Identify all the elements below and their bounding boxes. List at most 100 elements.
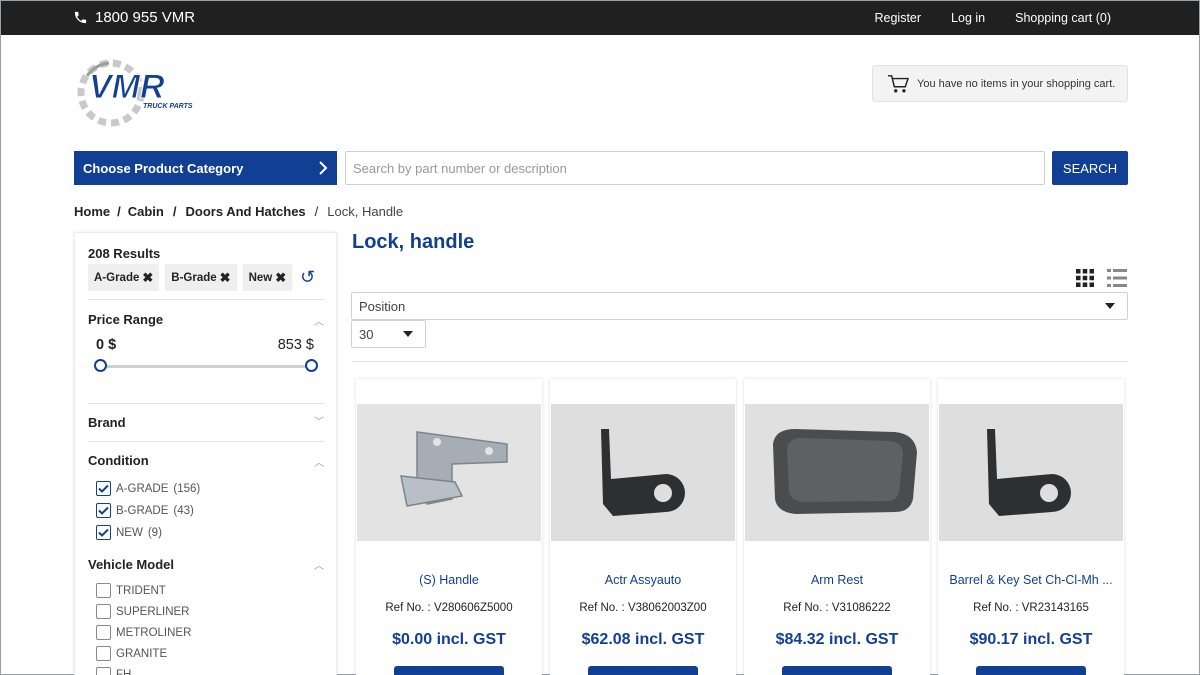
- breadcrumb-doors-hatches[interactable]: Doors And Hatches: [186, 204, 306, 219]
- price-slider-max-handle[interactable]: [305, 359, 318, 372]
- register-link[interactable]: Register: [875, 11, 922, 25]
- brand-title[interactable]: Brand: [88, 415, 126, 430]
- breadcrumb-home[interactable]: Home: [74, 204, 110, 219]
- list-view-icon[interactable]: [1107, 269, 1127, 287]
- active-filters: A-Grade ✖ B-Grade ✖ New ✖ ↺: [88, 264, 315, 291]
- checkbox-checked[interactable]: [96, 481, 111, 496]
- caret-down-icon: [1105, 303, 1115, 309]
- product-image[interactable]: [551, 404, 735, 541]
- checkbox[interactable]: [96, 646, 111, 661]
- product-card[interactable]: Actr Assyauto Ref No. : V38062003Z00 $62…: [550, 379, 736, 675]
- option-count: (9): [147, 526, 162, 539]
- close-icon[interactable]: ✖: [275, 270, 286, 286]
- filter-chip-new[interactable]: New ✖: [242, 264, 293, 291]
- barrel-key-image: [939, 404, 1123, 541]
- checkbox[interactable]: [96, 604, 111, 619]
- condition-title[interactable]: Condition: [88, 453, 149, 468]
- close-icon[interactable]: ✖: [220, 270, 231, 286]
- option-label: METROLINER: [116, 626, 192, 639]
- option-label: SUPERLINER: [116, 605, 190, 618]
- product-ref: Ref No. : V38062003Z00: [579, 602, 707, 614]
- checkmark-icon: [98, 506, 109, 515]
- grid-view-icon[interactable]: [1076, 269, 1094, 287]
- phone-contact[interactable]: 1800 955 VMR: [73, 9, 195, 26]
- search-button[interactable]: SEARCH: [1052, 151, 1128, 185]
- page-size-select[interactable]: 30: [351, 320, 426, 348]
- chip-label: B-Grade: [171, 271, 217, 284]
- product-price: $84.32 incl. GST: [775, 631, 899, 648]
- add-to-cart-button[interactable]: [976, 666, 1086, 675]
- product-name[interactable]: Barrel & Key Set Ch-Cl-Mh ...: [938, 573, 1124, 587]
- sort-select[interactable]: Position: [351, 292, 1128, 320]
- product-card[interactable]: (S) Handle Ref No. : V280606Z5000 $0.00 …: [356, 379, 542, 675]
- price-min: 0 $: [96, 337, 117, 353]
- logo-wordmark: VMR: [89, 68, 165, 106]
- vehicle-option-fh[interactable]: FH: [96, 667, 131, 675]
- add-to-cart-button[interactable]: [394, 666, 504, 675]
- choose-category-button[interactable]: Choose Product Category: [74, 151, 337, 185]
- vehicle-model-title[interactable]: Vehicle Model: [88, 557, 174, 572]
- condition-option-a-grade[interactable]: A-GRADE (156): [96, 481, 200, 496]
- price-range-title[interactable]: Price Range: [88, 312, 163, 327]
- add-to-cart-button[interactable]: [588, 666, 698, 675]
- checkbox-checked[interactable]: [96, 503, 111, 518]
- logo-graphic: VMR TRUCK PARTS: [77, 59, 193, 127]
- price-slider-min-handle[interactable]: [94, 359, 107, 372]
- product-card[interactable]: Barrel & Key Set Ch-Cl-Mh ... Ref No. : …: [938, 379, 1124, 675]
- product-name[interactable]: Arm Rest: [744, 573, 930, 587]
- option-label: GRANITE: [116, 647, 168, 660]
- logo-subtitle: TRUCK PARTS: [143, 103, 193, 110]
- divider: [88, 441, 325, 442]
- condition-option-new[interactable]: NEW (9): [96, 525, 162, 540]
- condition-option-b-grade[interactable]: B-GRADE (43): [96, 503, 194, 518]
- divider: [352, 361, 1128, 362]
- search-input[interactable]: [345, 151, 1045, 185]
- chevron-down-icon[interactable]: ﹀: [314, 413, 324, 428]
- filter-chip-a-grade[interactable]: A-Grade ✖: [88, 264, 160, 291]
- divider: [88, 299, 325, 300]
- product-price: $0.00 incl. GST: [392, 631, 506, 648]
- product-image[interactable]: [745, 404, 929, 541]
- filter-chip-b-grade[interactable]: B-Grade ✖: [165, 264, 237, 291]
- product-name[interactable]: Actr Assyauto: [550, 573, 736, 587]
- chevron-up-icon[interactable]: ︿: [314, 313, 324, 328]
- breadcrumb-separator: /: [117, 204, 121, 219]
- product-image[interactable]: [939, 404, 1123, 541]
- mini-cart[interactable]: You have no items in your shopping cart.: [872, 65, 1128, 102]
- bracket-image: [357, 404, 541, 541]
- breadcrumb-separator: /: [172, 204, 177, 219]
- results-count: 208 Results: [88, 246, 161, 261]
- breadcrumb-current: Lock, Handle: [327, 204, 404, 219]
- checkbox[interactable]: [96, 625, 111, 640]
- login-link[interactable]: Log in: [951, 11, 985, 25]
- product-card[interactable]: Arm Rest Ref No. : V31086222 $84.32 incl…: [744, 379, 930, 675]
- product-price: $90.17 incl. GST: [969, 631, 1093, 648]
- price-slider-track[interactable]: [100, 365, 312, 368]
- product-ref: Ref No. : V31086222: [783, 602, 891, 614]
- add-to-cart-button[interactable]: [782, 666, 892, 675]
- choose-category-label: Choose Product Category: [83, 160, 244, 176]
- vehicle-option-trident[interactable]: TRIDENT: [96, 583, 166, 598]
- shopping-cart-link[interactable]: Shopping cart (0): [1015, 11, 1111, 25]
- vmr-logo[interactable]: VMR TRUCK PARTS: [73, 56, 213, 131]
- chevron-up-icon[interactable]: ︿: [314, 557, 324, 572]
- option-label: B-GRADE: [116, 504, 169, 517]
- checkbox-checked[interactable]: [96, 525, 111, 540]
- product-name[interactable]: (S) Handle: [356, 573, 542, 587]
- chevron-up-icon[interactable]: ︿: [314, 454, 324, 469]
- actuator-image: [551, 404, 735, 541]
- option-label: FH: [116, 668, 132, 675]
- product-image[interactable]: [357, 404, 541, 541]
- vehicle-option-granite[interactable]: GRANITE: [96, 646, 167, 661]
- view-mode-toggle: [1076, 269, 1127, 287]
- checkbox[interactable]: [96, 583, 111, 598]
- reset-filters-icon[interactable]: ↺: [300, 267, 315, 288]
- checkbox[interactable]: [96, 667, 111, 675]
- arm-rest-image: [745, 404, 929, 541]
- vehicle-option-superliner[interactable]: SUPERLINER: [96, 604, 190, 619]
- close-icon[interactable]: ✖: [142, 270, 153, 286]
- vehicle-option-metroliner[interactable]: METROLINER: [96, 625, 191, 640]
- breadcrumb-separator: /: [314, 204, 319, 219]
- option-label: NEW: [116, 526, 143, 539]
- breadcrumb-cabin[interactable]: Cabin: [128, 204, 164, 219]
